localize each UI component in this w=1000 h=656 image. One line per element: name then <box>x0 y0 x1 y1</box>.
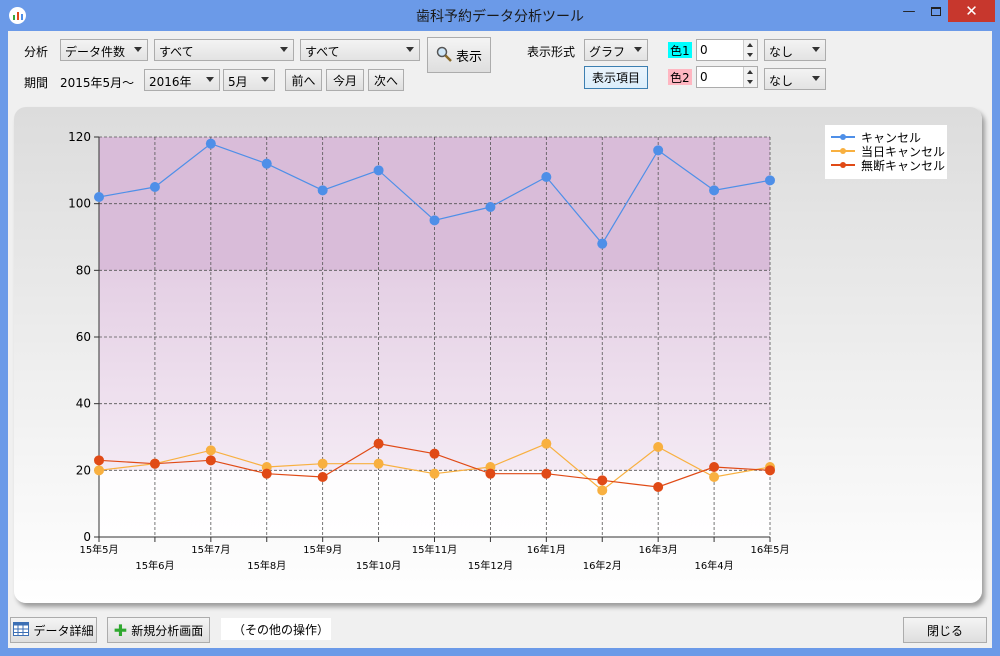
series-point-0 <box>653 145 664 156</box>
app-window: 歯科予約データ分析ツール — ✕ 分析 データ件数 すべて すべて 表示 表示形… <box>0 0 1000 656</box>
window-title: 歯科予約データ分析ツール <box>416 9 584 25</box>
series-point-0 <box>597 238 608 249</box>
x-tick-label: 15年7月 <box>191 543 230 556</box>
chart-legend: キャンセル 当日キャンセル 無断キャンセル <box>825 125 947 179</box>
series-point-1 <box>373 458 384 469</box>
new-analysis-button[interactable]: ✚ 新規分析画面 <box>107 617 210 643</box>
close-button[interactable]: 閉じる <box>903 617 987 643</box>
y-tick-label: 0 <box>83 530 91 544</box>
title-bar[interactable]: 歯科予約データ分析ツール — ✕ <box>0 0 1000 31</box>
x-tick-label: 16年1月 <box>527 543 566 556</box>
x-tick-label: 16年2月 <box>583 559 622 572</box>
series-point-2 <box>765 465 775 476</box>
x-tick-label: 15年9月 <box>303 543 342 556</box>
series-point-1 <box>317 458 328 469</box>
client-area: 分析 データ件数 すべて すべて 表示 表示形式 グラフ 色1 0 なし 期間 … <box>8 31 992 648</box>
series-point-2 <box>485 468 496 479</box>
series-point-0 <box>485 202 496 212</box>
other-operations-text: （その他の操作） <box>221 618 331 640</box>
series-point-1 <box>541 438 552 449</box>
x-tick-label: 15年5月 <box>79 543 118 556</box>
close-button-label: 閉じる <box>926 623 963 638</box>
series-point-2 <box>261 468 272 479</box>
series-point-2 <box>205 455 216 466</box>
maximize-button[interactable] <box>923 0 949 22</box>
line-chart: 0 20 40 60 80 100 120 15年5月 15年6月 15年7月 15年8月 15年9月… <box>68 130 789 572</box>
series-point-2 <box>429 448 440 459</box>
series-point-0 <box>541 172 552 182</box>
series-point-2 <box>94 455 104 466</box>
legend-swatch <box>831 134 855 140</box>
band-middle <box>99 270 770 471</box>
series-point-2 <box>373 438 384 449</box>
x-tick-label: 15年6月 <box>135 559 174 572</box>
legend-swatch <box>831 162 855 168</box>
x-tick-label: 15年10月 <box>356 559 401 572</box>
data-detail-label: データ詳細 <box>33 623 94 638</box>
series-point-0 <box>94 192 104 202</box>
series-point-0 <box>765 175 775 186</box>
close-window-button[interactable]: ✕ <box>948 0 995 22</box>
table-icon <box>13 621 30 639</box>
y-tick-label: 40 <box>76 397 91 411</box>
legend-label: 無断キャンセル <box>861 158 946 173</box>
series-point-1 <box>94 465 104 476</box>
series-point-0 <box>373 165 384 176</box>
series-point-0 <box>709 185 720 196</box>
series-point-0 <box>317 185 328 196</box>
legend-item: 無断キャンセル <box>831 158 946 173</box>
series-point-0 <box>261 158 272 169</box>
x-tick-label: 16年4月 <box>695 559 734 572</box>
series-point-0 <box>429 215 440 226</box>
minimize-button[interactable]: — <box>894 0 924 22</box>
y-tick-label: 80 <box>76 263 91 277</box>
y-tick-label: 60 <box>76 330 91 344</box>
close-icon: ✕ <box>965 2 978 20</box>
new-analysis-label: 新規分析画面 <box>131 623 204 638</box>
maximize-icon <box>931 6 941 16</box>
series-point-1 <box>709 472 720 482</box>
x-tick-label: 15年11月 <box>412 543 457 556</box>
x-tick-label: 15年12月 <box>468 559 513 572</box>
data-detail-button[interactable]: データ詳細 <box>10 617 97 643</box>
series-point-0 <box>149 182 160 192</box>
series-point-2 <box>709 462 720 472</box>
x-tick-label: 16年3月 <box>639 543 678 556</box>
series-point-2 <box>541 468 552 479</box>
series-point-2 <box>317 472 328 482</box>
series-point-0 <box>205 138 216 149</box>
x-tick-label: 15年8月 <box>247 559 286 572</box>
plus-icon: ✚ <box>113 620 128 640</box>
series-point-2 <box>149 458 160 469</box>
minimize-icon: — <box>902 3 916 19</box>
series-point-2 <box>597 475 608 486</box>
legend-swatch <box>831 148 855 154</box>
series-point-2 <box>653 482 664 492</box>
series-point-1 <box>597 485 608 496</box>
series-point-1 <box>205 445 216 456</box>
series-point-1 <box>429 468 440 479</box>
y-tick-label: 120 <box>68 130 91 144</box>
x-tick-label: 16年5月 <box>750 543 789 556</box>
y-tick-label: 20 <box>76 463 91 477</box>
series-point-1 <box>653 442 664 452</box>
y-tick-label: 100 <box>68 197 91 211</box>
